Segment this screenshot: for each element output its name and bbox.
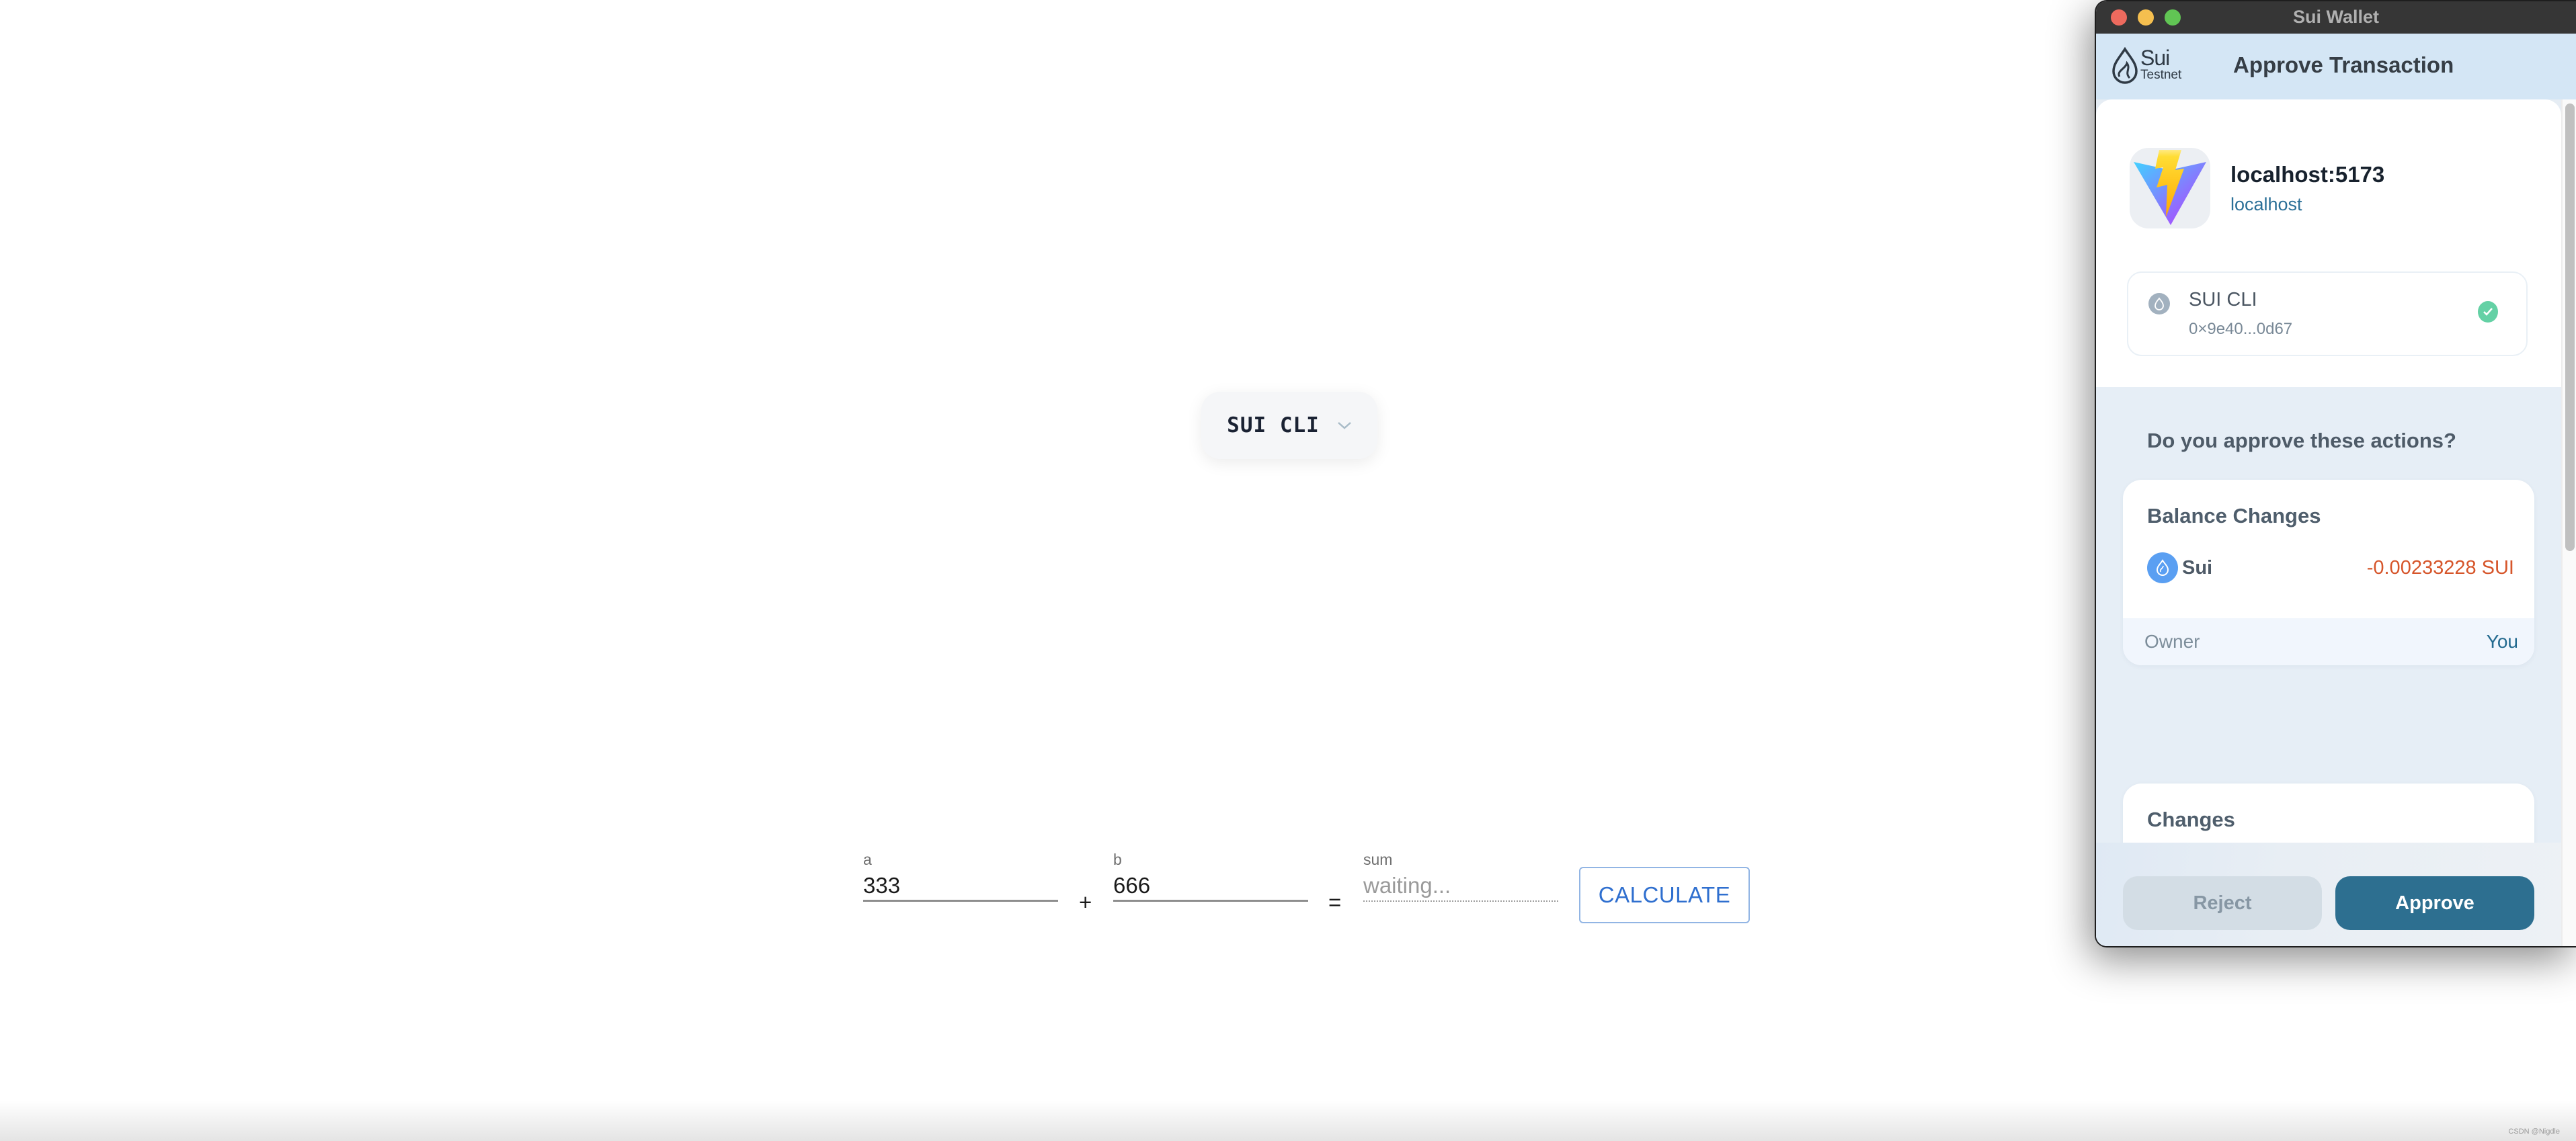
action-footer: Reject Approve <box>2096 843 2561 946</box>
sui-droplet-icon <box>2112 47 2138 84</box>
balance-changes-card: Balance Changes Sui -0.00233228 SUI Owne… <box>2123 480 2534 665</box>
window-titlebar[interactable]: Sui Wallet <box>2096 1 2576 34</box>
watermark: CSDN @Nigdle <box>2508 1128 2560 1136</box>
field-sum-label: sum <box>1363 851 1393 868</box>
field-b: b <box>1113 848 1308 902</box>
account-address: 0×9e40...0d67 <box>2189 320 2293 338</box>
approve-question: Do you approve these actions? <box>2147 429 2456 452</box>
owner-value[interactable]: You <box>2487 631 2518 652</box>
requesting-site: localhost:5173 localhost <box>2130 148 2384 228</box>
balance-change-row: Sui -0.00233228 SUI <box>2147 551 2514 585</box>
reject-button[interactable]: Reject <box>2123 876 2322 930</box>
wallet-content: localhost:5173 localhost SUI CLI 0×9e40.… <box>2096 99 2561 946</box>
field-a-label: a <box>863 851 872 868</box>
page-bottom-shadow <box>0 1101 2576 1141</box>
account-name: SUI CLI <box>2189 289 2257 310</box>
field-b-label: b <box>1113 851 1122 868</box>
field-a: a <box>863 848 1058 902</box>
coin-name: Sui <box>2182 556 2213 579</box>
sui-wallet-window: Sui Wallet Sui Testnet Approve Transacti… <box>2095 0 2576 947</box>
approve-button[interactable]: Approve <box>2335 876 2534 930</box>
coin-amount: -0.00233228 SUI <box>2366 556 2514 579</box>
owner-row: Owner You <box>2123 618 2534 665</box>
scrollbar-thumb[interactable] <box>2565 103 2575 551</box>
wallet-header: Sui Testnet Approve Transaction <box>2096 34 2576 99</box>
account-sui-icon <box>2148 293 2170 314</box>
chevron-down-icon <box>1337 422 1351 429</box>
site-origin: localhost:5173 <box>2230 161 2385 187</box>
network-label: Testnet <box>2140 68 2182 82</box>
sui-coin-icon <box>2147 552 2178 583</box>
wallet-account-selector[interactable]: SUI CLI <box>1201 392 1377 459</box>
site-hostname[interactable]: localhost <box>2230 194 2384 215</box>
equals-sign: = <box>1328 890 1342 915</box>
vite-logo-icon <box>2134 150 2206 225</box>
a-input[interactable] <box>863 871 1058 902</box>
sum-input <box>1363 871 1558 902</box>
sui-logo: Sui Testnet <box>2111 47 2181 85</box>
site-favicon <box>2130 148 2210 228</box>
wallet-account-label: SUI CLI <box>1227 413 1320 437</box>
window-title: Sui Wallet <box>2292 7 2379 27</box>
field-sum: sum <box>1363 848 1558 902</box>
calculate-button[interactable]: CALCULATE <box>1579 867 1750 923</box>
b-input[interactable] <box>1113 871 1308 902</box>
changes-title: Changes <box>2147 808 2235 831</box>
plus-sign: + <box>1079 890 1092 915</box>
account-card[interactable]: SUI CLI 0×9e40...0d67 <box>2127 271 2528 356</box>
page-title: Approve Transaction <box>2233 52 2454 77</box>
check-circle-icon <box>2478 301 2498 323</box>
logo-text: Sui <box>2140 46 2170 70</box>
owner-label: Owner <box>2144 631 2200 652</box>
balance-changes-title: Balance Changes <box>2147 504 2321 527</box>
